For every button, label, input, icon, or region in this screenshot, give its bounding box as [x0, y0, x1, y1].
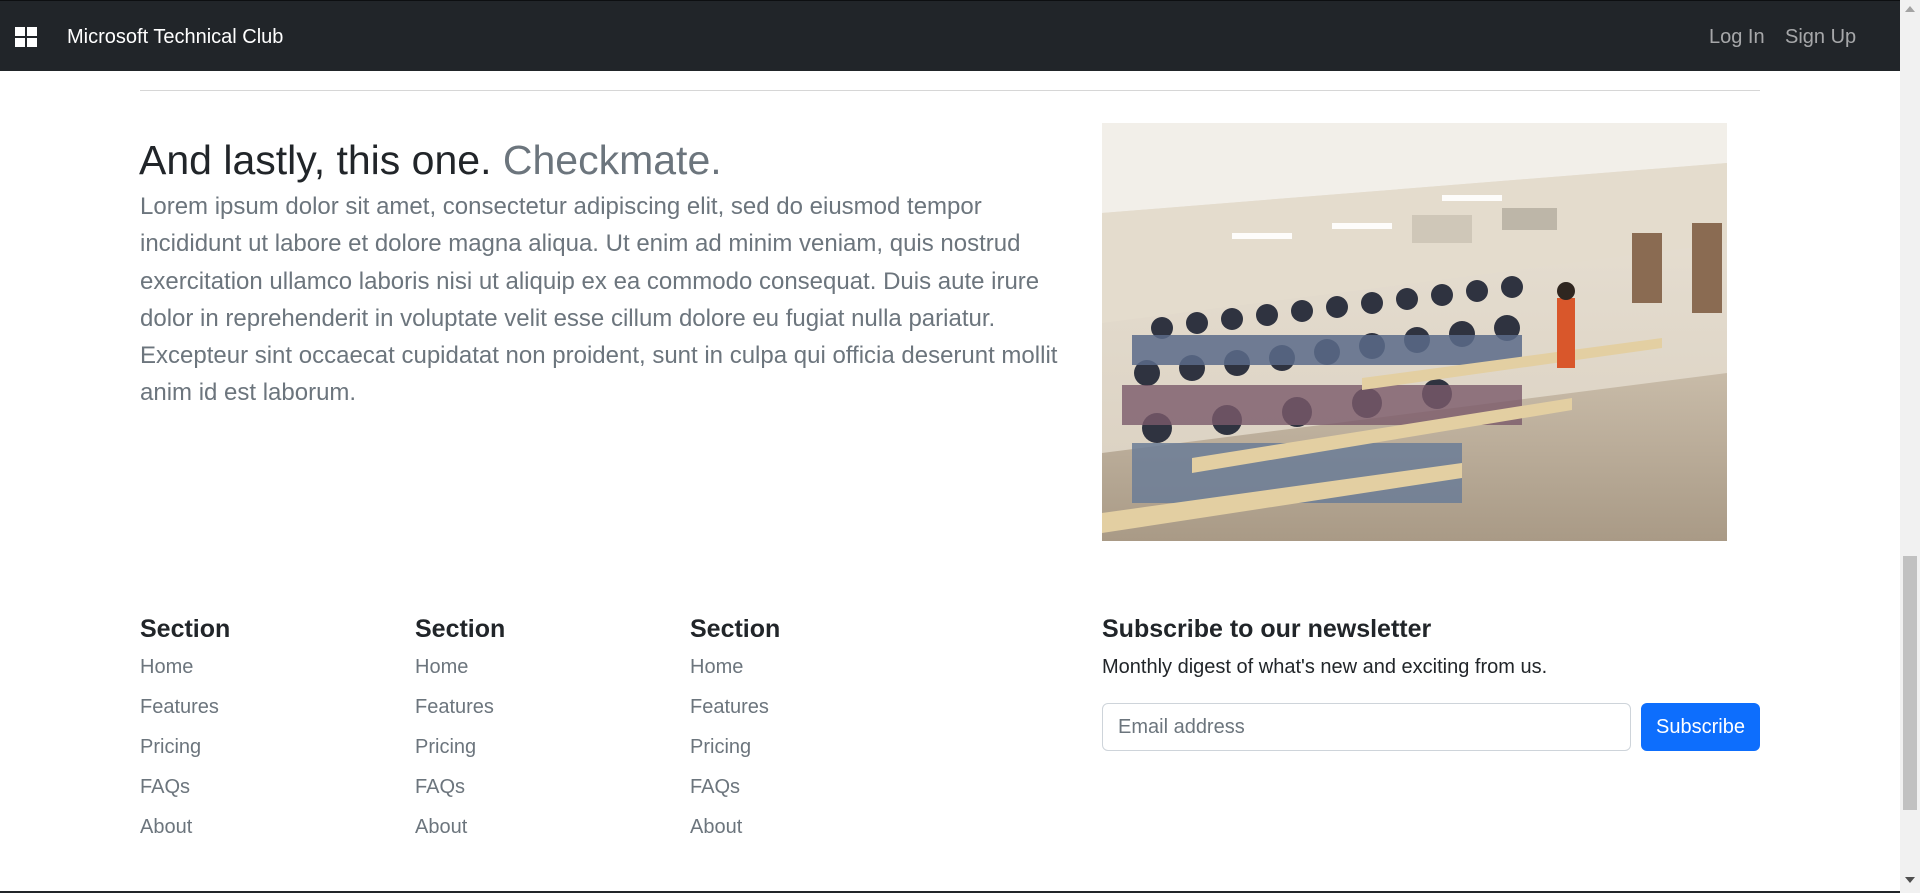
feature-heading-main: And lastly, this one. — [139, 137, 492, 183]
scrollbar-thumb[interactable] — [1903, 556, 1917, 810]
footer-link-home[interactable]: Home — [415, 655, 505, 695]
top-navbar: Microsoft Technical Club Log In Sign Up — [0, 0, 1900, 71]
page-scrollbar[interactable] — [1900, 0, 1920, 893]
footer-section-3: Section Home Features Pricing FAQs About — [690, 610, 780, 855]
footer-link-faqs[interactable]: FAQs — [690, 775, 780, 815]
footer-section-1: Section Home Features Pricing FAQs About — [140, 610, 230, 855]
newsletter-title: Subscribe to our newsletter — [1102, 615, 1432, 643]
scroll-down-arrow-icon[interactable] — [1905, 877, 1915, 883]
footer-link-faqs[interactable]: FAQs — [415, 775, 505, 815]
footer-link-faqs[interactable]: FAQs — [140, 775, 230, 815]
brand-name[interactable]: Microsoft Technical Club — [67, 25, 283, 49]
footer-link-pricing[interactable]: Pricing — [690, 735, 780, 775]
feature-heading: And lastly, this one. Checkmate. — [139, 132, 722, 188]
signup-link[interactable]: Sign Up — [1785, 25, 1856, 49]
classroom-photo — [1102, 123, 1727, 541]
footer-section-2: Section Home Features Pricing FAQs About — [415, 610, 505, 855]
footer-link-home[interactable]: Home — [140, 655, 230, 695]
footer-link-features[interactable]: Features — [415, 695, 505, 735]
section-divider — [140, 90, 1760, 91]
footer-link-about[interactable]: About — [140, 815, 230, 855]
footer-section-title: Section — [415, 615, 506, 643]
footer-link-about[interactable]: About — [415, 815, 505, 855]
newsletter-description: Monthly digest of what's new and excitin… — [1102, 656, 1548, 678]
footer-link-home[interactable]: Home — [690, 655, 780, 695]
login-link[interactable]: Log In — [1709, 25, 1765, 49]
scroll-up-arrow-icon[interactable] — [1905, 6, 1915, 12]
footer-link-pricing[interactable]: Pricing — [415, 735, 505, 775]
footer-section-title: Section — [140, 615, 231, 643]
footer-link-about[interactable]: About — [690, 815, 780, 855]
newsletter-form: Subscribe to our newsletter Monthly dige… — [1102, 610, 1760, 751]
footer-links: Home Features Pricing FAQs About — [415, 655, 505, 855]
classroom-photo-illustration — [1102, 123, 1727, 541]
footer-link-features[interactable]: Features — [140, 695, 230, 735]
email-address-input[interactable] — [1102, 703, 1631, 751]
footer-links: Home Features Pricing FAQs About — [690, 655, 780, 855]
subscribe-button[interactable]: Subscribe — [1641, 703, 1760, 751]
windows-logo-icon[interactable] — [15, 27, 37, 47]
feature-heading-muted: Checkmate. — [502, 137, 722, 183]
footer-link-pricing[interactable]: Pricing — [140, 735, 230, 775]
feature-body-text: Lorem ipsum dolor sit amet, consectetur … — [140, 193, 1058, 407]
footer-section-title: Section — [690, 615, 781, 643]
footer-links: Home Features Pricing FAQs About — [140, 655, 230, 855]
footer-link-features[interactable]: Features — [690, 695, 780, 735]
